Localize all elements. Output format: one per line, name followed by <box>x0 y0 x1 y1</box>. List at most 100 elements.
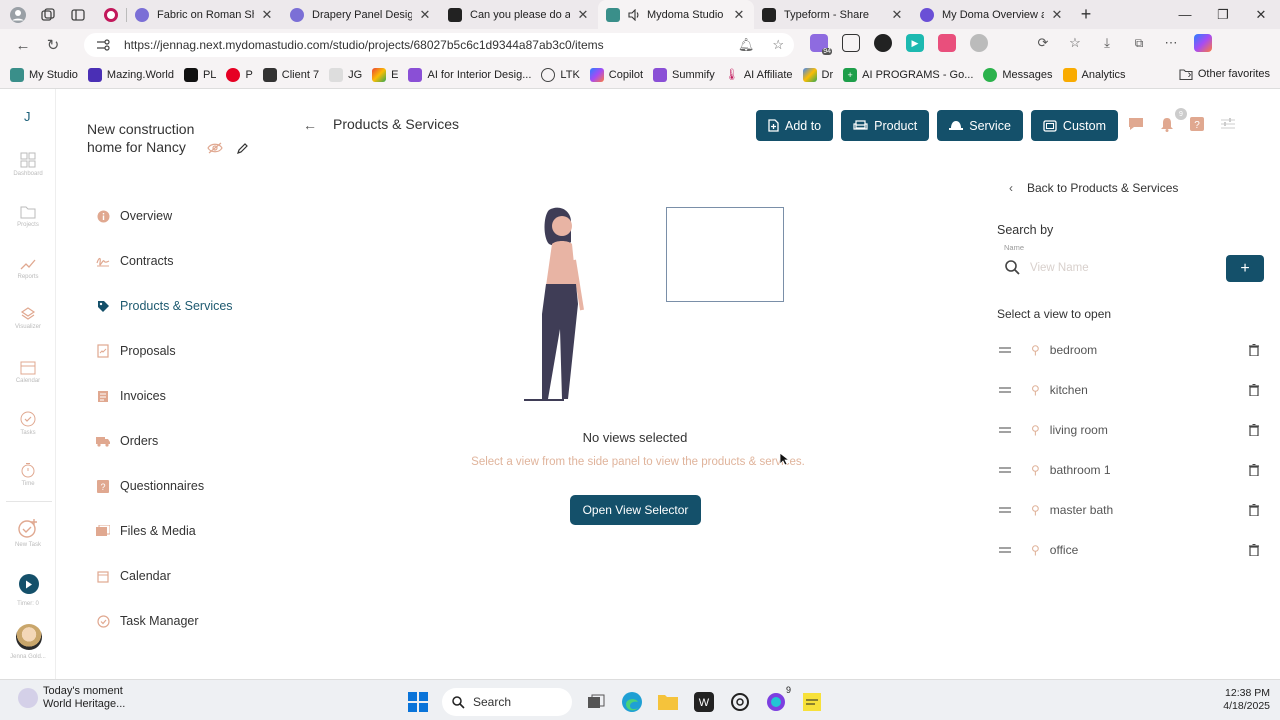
rail-projects[interactable]: Projects <box>0 205 56 228</box>
bookmark[interactable]: PL <box>183 67 216 82</box>
sidebar-item-overview[interactable]: Overview <box>96 209 172 223</box>
rail-time[interactable]: Time <box>0 462 56 487</box>
app-logo[interactable]: J <box>24 109 31 124</box>
pin-icon[interactable]: ⚲ <box>1031 383 1040 397</box>
maximize-icon[interactable]: ❐ <box>1204 0 1242 29</box>
back-to-products-link[interactable]: ‹ Back to Products & Services <box>1009 181 1178 195</box>
bookmark[interactable]: AI for Interior Desig... <box>408 67 531 82</box>
taskbar-search[interactable]: Search <box>442 688 572 716</box>
sidebar-item-products-services[interactable]: Products & Services <box>96 299 233 313</box>
site-info-icon[interactable] <box>96 39 110 51</box>
pin-icon[interactable]: ⚲ <box>1031 543 1040 557</box>
extension-icon[interactable]: ▶ <box>906 34 924 52</box>
rail-visualizer[interactable]: Visualizer <box>0 307 56 330</box>
pin-icon[interactable]: ⚲ <box>1031 503 1040 517</box>
bookmark[interactable]: Analytics <box>1062 67 1126 82</box>
notifications-blocked-icon[interactable]: 🔔︎ <box>738 37 755 53</box>
close-tab-icon[interactable]: ✕ <box>260 7 274 23</box>
drag-handle-icon[interactable] <box>999 507 1011 513</box>
pin-icon[interactable]: ⚲ <box>1031 343 1040 357</box>
bookmark[interactable]: JG <box>329 67 362 82</box>
drag-handle-icon[interactable] <box>999 347 1011 353</box>
bookmark[interactable]: Dr <box>802 67 833 82</box>
user-avatar[interactable] <box>16 624 42 650</box>
sidebar-item-proposals[interactable]: Proposals <box>96 344 176 358</box>
trash-icon[interactable] <box>1249 464 1259 476</box>
bookmark[interactable]: Client 7 <box>262 67 319 82</box>
canva-icon[interactable]: 9 <box>764 685 791 714</box>
sidebar-item-orders[interactable]: Orders <box>96 434 158 448</box>
new-tab-icon[interactable]: + <box>1072 4 1100 25</box>
drag-handle-icon[interactable] <box>999 387 1011 393</box>
extensions-puzzle-icon[interactable]: ⧉ <box>1130 34 1148 52</box>
timer-play-button[interactable] <box>19 574 39 594</box>
bookmark[interactable]: + AI PROGRAMS - Go... <box>843 67 973 82</box>
sidebar-item-calendar[interactable]: Calendar <box>96 569 171 583</box>
browser-tab[interactable]: Can you please do a de ✕ <box>440 0 598 29</box>
trash-icon[interactable] <box>1249 344 1259 356</box>
close-window-icon[interactable]: ✕ <box>1242 0 1280 29</box>
trash-icon[interactable] <box>1249 384 1259 396</box>
trash-icon[interactable] <box>1249 424 1259 436</box>
bookmark[interactable]: Messages <box>983 67 1053 82</box>
back-arrow-icon[interactable]: ← <box>303 117 317 133</box>
address-bar[interactable]: https://jennag.next.mydomastudio.com/stu… <box>84 33 794 57</box>
workspaces-icon[interactable] <box>36 3 60 27</box>
browser-tab[interactable]: Fabric on Roman Shade ✕ <box>127 0 282 29</box>
trash-icon[interactable] <box>1249 544 1259 556</box>
system-clock[interactable]: 12:38 PM 4/18/2025 <box>1223 687 1270 713</box>
trash-icon[interactable] <box>1249 504 1259 516</box>
file-explorer-icon[interactable] <box>656 690 680 714</box>
bookmark[interactable]: E <box>372 67 398 82</box>
bookmark[interactable]: Mazing.World <box>87 67 174 82</box>
open-view-selector-button[interactable]: Open View Selector <box>570 495 701 525</box>
view-item[interactable]: ⚲ bedroom <box>999 340 1259 360</box>
task-view-icon[interactable] <box>584 690 608 714</box>
bookmark[interactable]: Summify <box>653 67 715 82</box>
view-item[interactable]: ⚲ office <box>999 540 1259 560</box>
add-view-button[interactable]: + <box>1226 255 1264 282</box>
close-tab-icon[interactable]: ✕ <box>418 7 432 23</box>
copilot-icon[interactable] <box>1194 34 1212 52</box>
close-tab-icon[interactable]: ✕ <box>1050 7 1064 23</box>
refresh-icon[interactable]: ↻ <box>38 30 68 60</box>
view-item[interactable]: ⚲ kitchen <box>999 380 1259 400</box>
browser-tab[interactable]: My Doma Overview and ✕ <box>912 0 1072 29</box>
rail-tasks[interactable]: Tasks <box>0 411 56 436</box>
bookmark[interactable]: P <box>226 67 253 82</box>
pinned-tab[interactable] <box>96 0 126 29</box>
rail-calendar[interactable]: Calendar <box>0 360 56 384</box>
bookmark[interactable]: Copilot <box>589 67 643 82</box>
pencil-icon[interactable] <box>236 142 249 155</box>
sidebar-item-files-media[interactable]: Files & Media <box>96 524 196 538</box>
downloads-icon[interactable]: ⤓ <box>1098 34 1116 52</box>
back-icon[interactable]: ← <box>8 30 38 60</box>
view-item[interactable]: ⚲ living room <box>999 420 1259 440</box>
favorite-star-icon[interactable]: ☆ <box>772 37 784 53</box>
rail-new-task[interactable]: New Task <box>0 517 56 548</box>
screenshot-extension-icon[interactable] <box>842 34 860 52</box>
sidebar-item-task-manager[interactable]: Task Manager <box>96 614 199 628</box>
app-icon[interactable]: W <box>692 690 716 714</box>
profile-avatar-icon[interactable] <box>6 3 30 27</box>
view-item[interactable]: ⚲ master bath <box>999 500 1259 520</box>
sidebar-item-questionnaires[interactable]: ? Questionnaires <box>96 479 204 493</box>
refresh-extension-icon[interactable]: ⟳ <box>1034 34 1052 52</box>
extension-icon[interactable] <box>970 34 988 52</box>
pin-icon[interactable]: ⚲ <box>1031 423 1040 437</box>
product-button[interactable]: Product <box>841 110 930 141</box>
rail-reports[interactable]: Reports <box>0 257 56 280</box>
add-to-button[interactable]: Add to <box>756 110 834 141</box>
tab-audio-icon[interactable] <box>628 8 641 21</box>
extension-icon[interactable] <box>874 34 892 52</box>
sidebar-item-contracts[interactable]: Contracts <box>96 254 174 268</box>
extension-icon[interactable]: 94 <box>810 34 832 55</box>
sticky-notes-icon[interactable] <box>800 690 824 714</box>
windows-start-icon[interactable] <box>406 690 430 714</box>
extension-icon[interactable] <box>938 34 956 52</box>
edge-icon[interactable] <box>620 690 644 714</box>
other-favorites[interactable]: Other favorites <box>1179 68 1270 80</box>
close-tab-icon[interactable]: ✕ <box>890 7 904 23</box>
extension-icon[interactable] <box>1002 34 1020 52</box>
browser-tab[interactable]: Drapery Panel Design ✕ <box>282 0 440 29</box>
